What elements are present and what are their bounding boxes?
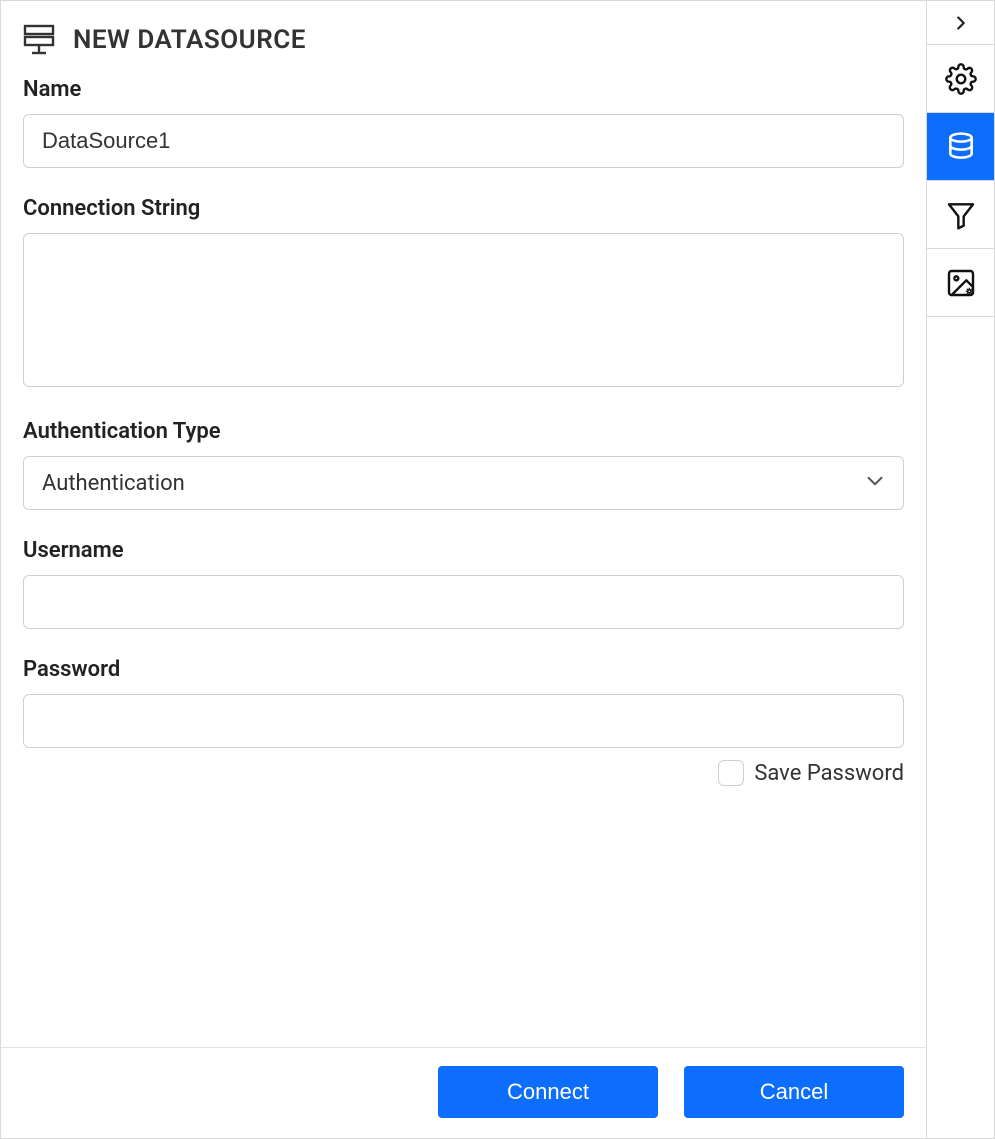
page-header: NEW DATASOURCE: [23, 23, 904, 57]
connection-string-input[interactable]: [23, 233, 904, 387]
chevron-right-icon: [950, 12, 972, 34]
database-icon: [945, 131, 977, 163]
rail-datasource[interactable]: [927, 113, 994, 181]
authentication-type-select-wrap: Authentication: [23, 456, 904, 510]
funnel-icon: [945, 199, 977, 231]
authentication-type-select[interactable]: Authentication: [23, 456, 904, 510]
password-input[interactable]: [23, 694, 904, 748]
image-gear-icon: [945, 267, 977, 299]
save-password-row: Save Password: [23, 760, 904, 786]
username-label: Username: [23, 538, 904, 563]
app-root: NEW DATASOURCE Name Connection String Au…: [0, 0, 995, 1139]
rail-filter[interactable]: [927, 181, 994, 249]
form-content: NEW DATASOURCE Name Connection String Au…: [1, 1, 926, 1047]
main-panel: NEW DATASOURCE Name Connection String Au…: [1, 1, 926, 1138]
datasource-server-icon: [23, 23, 57, 57]
rail-settings[interactable]: [927, 45, 994, 113]
field-connection-string: Connection String: [23, 196, 904, 391]
cancel-button[interactable]: Cancel: [684, 1066, 904, 1118]
field-authentication-type: Authentication Type Authentication: [23, 419, 904, 510]
save-password-label: Save Password: [754, 761, 904, 786]
page-title: NEW DATASOURCE: [73, 25, 306, 55]
rail-expand[interactable]: [927, 1, 994, 45]
name-label: Name: [23, 77, 904, 102]
connection-string-label: Connection String: [23, 196, 904, 221]
gear-icon: [945, 63, 977, 95]
name-input[interactable]: [23, 114, 904, 168]
password-label: Password: [23, 657, 904, 682]
field-name: Name: [23, 77, 904, 168]
right-rail: [926, 1, 994, 1138]
username-input[interactable]: [23, 575, 904, 629]
authentication-type-value: Authentication: [42, 471, 185, 496]
save-password-checkbox[interactable]: [718, 760, 744, 786]
authentication-type-label: Authentication Type: [23, 419, 904, 444]
connect-button[interactable]: Connect: [438, 1066, 658, 1118]
rail-image-settings[interactable]: [927, 249, 994, 317]
field-username: Username: [23, 538, 904, 629]
field-password: Password: [23, 657, 904, 748]
footer-actions: Connect Cancel: [1, 1047, 926, 1138]
